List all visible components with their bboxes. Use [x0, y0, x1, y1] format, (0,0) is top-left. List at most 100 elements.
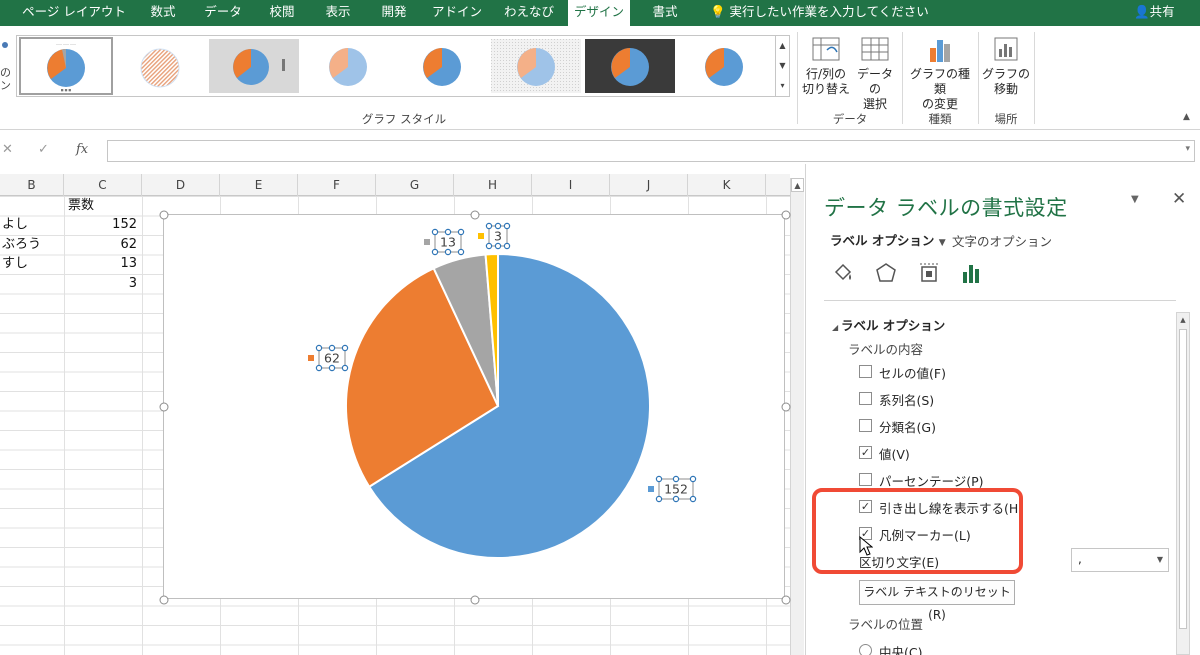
chart-handle-8[interactable] [781, 595, 791, 605]
column-header-d[interactable]: D [142, 174, 220, 196]
enter-icon[interactable]: ✓ [38, 142, 49, 157]
data-label-handle[interactable] [341, 364, 349, 372]
insert-function-icon[interactable]: fx [76, 142, 88, 157]
move-chart-button[interactable]: グラフの 移動 [981, 34, 1031, 97]
tab-2[interactable]: 数式 [138, 0, 188, 26]
cell-votes[interactable]: 3 [68, 274, 137, 293]
select-data-button[interactable]: データの 選択 [852, 34, 898, 112]
chart-handle-5[interactable] [781, 402, 791, 412]
data-label-handle[interactable] [485, 242, 493, 250]
data-label-handle[interactable] [494, 242, 502, 250]
chart-style-5[interactable] [397, 39, 487, 93]
gallery-down-icon[interactable]: ▼ [776, 56, 789, 76]
chart-style-6[interactable] [491, 39, 581, 93]
data-label-handle[interactable] [494, 222, 502, 230]
data-label-handle[interactable] [689, 495, 697, 503]
radio-circle[interactable] [859, 644, 872, 655]
scroll-thumb[interactable] [1179, 329, 1187, 629]
cell-name[interactable]: よし [2, 215, 62, 234]
section-label-options[interactable]: ◢ ラベル オプション [832, 315, 945, 334]
chart-style-3[interactable] [209, 39, 299, 93]
collapse-ribbon-icon[interactable]: ▲ [1183, 112, 1190, 122]
column-header-b[interactable]: B [0, 174, 64, 196]
legend-marker-1[interactable] [648, 486, 654, 492]
pane-scrollbar[interactable]: ▲ [1176, 312, 1190, 655]
scroll-up-icon[interactable]: ▲ [791, 178, 804, 192]
switch-row-column-button[interactable]: 行/列の 切り替え [801, 34, 851, 97]
checkbox[interactable]: ✓ [859, 446, 872, 459]
gallery-up-icon[interactable]: ▲ [776, 36, 789, 56]
tab-label-options[interactable]: ラベル オプション ▼ [830, 230, 946, 249]
tell-me-search[interactable]: 💡 実行したい作業を入力してください [710, 0, 929, 26]
cell-votes[interactable]: 62 [68, 235, 137, 254]
expand-formula-icon[interactable]: ▾ [1185, 144, 1190, 154]
checkbox[interactable] [859, 473, 872, 486]
column-header-j[interactable]: J [610, 174, 688, 196]
column-header-i[interactable]: I [532, 174, 610, 196]
column-header-f[interactable]: F [298, 174, 376, 196]
tab-9[interactable]: デザイン [568, 0, 630, 26]
tab-8[interactable]: わえなび [494, 0, 564, 26]
cell-header-votes[interactable]: 票数 [68, 196, 98, 215]
data-label-handle[interactable] [485, 222, 493, 230]
checkbox[interactable] [859, 419, 872, 432]
chart-style-1[interactable]: ―― ―― ―― ■ ■ ■ [19, 37, 113, 95]
chart-style-4[interactable] [303, 39, 393, 93]
chart-handle-6[interactable] [159, 595, 169, 605]
checkbox[interactable] [859, 392, 872, 405]
data-label-handle[interactable] [328, 344, 336, 352]
tab-4[interactable]: 校閲 [256, 0, 308, 26]
chart-style-2[interactable] [115, 39, 205, 93]
data-label-handle[interactable] [444, 248, 452, 256]
chart-style-8[interactable] [679, 39, 769, 93]
cell-name[interactable]: すし [2, 254, 62, 273]
data-label-handle[interactable] [503, 242, 511, 250]
sheet-vertical-scrollbar[interactable]: ▲ [790, 178, 804, 655]
checkbox[interactable] [859, 365, 872, 378]
chart-style-7[interactable] [585, 39, 675, 93]
data-label-handle[interactable] [444, 228, 452, 236]
formula-input[interactable]: ▾ [107, 140, 1195, 162]
size-properties-icon[interactable] [916, 260, 942, 286]
tab-text-options[interactable]: 文字のオプション [952, 231, 1052, 250]
column-header-g[interactable]: G [376, 174, 454, 196]
tab-5[interactable]: 表示 [312, 0, 364, 26]
chart-handle-3[interactable] [781, 210, 791, 220]
data-label-handle[interactable] [457, 228, 465, 236]
data-label-handle[interactable] [655, 475, 663, 483]
column-header-h[interactable]: H [454, 174, 532, 196]
chart-handle-1[interactable] [159, 210, 169, 220]
chart-handle-2[interactable] [470, 210, 480, 220]
reset-label-text-button[interactable]: ラベル テキストのリセット(R) [859, 580, 1015, 622]
pane-menu-icon[interactable]: ▼ [1131, 194, 1139, 205]
share-button[interactable]: 👤共有 [1134, 0, 1175, 26]
legend-marker-2[interactable] [308, 355, 314, 361]
data-label-handle[interactable] [341, 344, 349, 352]
chart-handle-4[interactable] [159, 402, 169, 412]
gallery-more-icon[interactable]: ▾ [776, 76, 789, 96]
tab-6[interactable]: 開発 [368, 0, 420, 26]
legend-marker-4[interactable] [478, 233, 484, 239]
fill-line-icon[interactable] [830, 260, 856, 286]
column-header-e[interactable]: E [220, 174, 298, 196]
tab-7[interactable]: アドイン [424, 0, 490, 26]
close-icon[interactable]: ✕ [1172, 189, 1186, 209]
tab-3[interactable]: データ [194, 0, 252, 26]
pie-chart[interactable]: 152 62 13 3 [159, 210, 791, 605]
column-header-c[interactable]: C [64, 174, 142, 196]
data-label-handle[interactable] [315, 364, 323, 372]
column-header-k[interactable]: K [688, 174, 766, 196]
data-label-handle[interactable] [655, 495, 663, 503]
tab-10[interactable]: 書式 [634, 0, 696, 26]
cancel-icon[interactable]: ✕ [2, 142, 13, 157]
legend-marker-3[interactable] [424, 239, 430, 245]
data-label-handle[interactable] [431, 228, 439, 236]
data-label-handle[interactable] [689, 475, 697, 483]
separator-select[interactable]: , ▼ [1071, 548, 1169, 572]
chart-handle-7[interactable] [470, 595, 480, 605]
data-label-handle[interactable] [431, 248, 439, 256]
scroll-up-icon[interactable]: ▲ [1177, 313, 1189, 327]
tab-1[interactable]: ページ レイアウト [20, 0, 128, 26]
cell-votes[interactable]: 13 [68, 254, 137, 273]
gallery-scroll[interactable]: ▲ ▼ ▾ [776, 35, 790, 97]
